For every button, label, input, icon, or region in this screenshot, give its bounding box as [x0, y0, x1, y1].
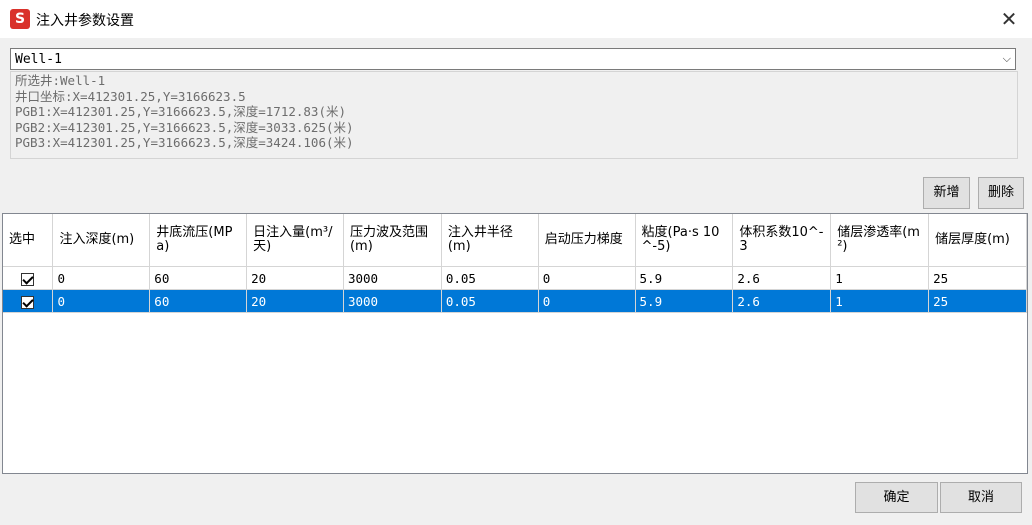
- table-cell[interactable]: 5.9: [635, 266, 734, 290]
- checkbox[interactable]: [21, 295, 35, 309]
- table-row-selected[interactable]: 0 60 20 3000 0.05 0 5.9 2.6 1 25: [3, 289, 1027, 313]
- info-line-selected-well: 所选井:Well-1: [15, 73, 106, 88]
- col-header-thickness[interactable]: 储层厚度(m): [928, 214, 1027, 267]
- row-select-cell[interactable]: [3, 266, 54, 290]
- table-cell[interactable]: 3000: [343, 266, 442, 290]
- table-cell[interactable]: 20: [246, 289, 344, 313]
- col-header-daily-injection[interactable]: 日注入量(m³/天): [246, 214, 344, 267]
- title-bar: S 注入井参数设置 ✕: [0, 0, 1032, 38]
- table-cell[interactable]: 60: [149, 289, 248, 313]
- info-line-wellhead: 井口坐标:X=412301.25,Y=3166623.5: [15, 88, 246, 104]
- col-header-injection-depth[interactable]: 注入深度(m): [52, 214, 151, 267]
- col-header-viscosity[interactable]: 粘度(Pa·s 10^-5): [635, 214, 734, 267]
- table-cell[interactable]: 0.05: [441, 289, 539, 313]
- table-cell[interactable]: 1: [830, 266, 930, 290]
- col-header-bottomhole-pressure[interactable]: 井底流压(MPa): [149, 214, 248, 267]
- ok-button[interactable]: 确定: [855, 482, 938, 513]
- parameter-table[interactable]: 选中 注入深度(m) 井底流压(MPa) 日注入量(m³/天) 压力波及范围(m…: [2, 213, 1028, 474]
- table-cell[interactable]: 0: [52, 289, 151, 313]
- well-dropdown-value: Well-1: [15, 52, 62, 67]
- table-cell[interactable]: 0: [538, 289, 636, 313]
- table-cell[interactable]: 5.9: [635, 289, 734, 313]
- table-header-row: 选中 注入深度(m) 井底流压(MPa) 日注入量(m³/天) 压力波及范围(m…: [3, 214, 1027, 267]
- close-icon[interactable]: ✕: [986, 0, 1032, 38]
- col-header-start-gradient[interactable]: 启动压力梯度: [538, 214, 636, 267]
- table-row[interactable]: 0 60 20 3000 0.05 0 5.9 2.6 1 25: [3, 266, 1027, 290]
- cancel-button[interactable]: 取消: [940, 482, 1022, 513]
- table-cell[interactable]: 0.05: [441, 266, 539, 290]
- add-button[interactable]: 新增: [923, 177, 970, 209]
- table-cell[interactable]: 3000: [343, 289, 442, 313]
- table-cell[interactable]: 25: [928, 289, 1027, 313]
- app-logo-icon: S: [10, 9, 30, 29]
- col-header-well-radius[interactable]: 注入井半径(m): [441, 214, 539, 267]
- table-cell[interactable]: 1: [830, 289, 930, 313]
- table-cell[interactable]: 20: [246, 266, 344, 290]
- col-header-volume-factor[interactable]: 体积系数10^-3: [732, 214, 832, 267]
- table-cell[interactable]: 25: [928, 266, 1027, 290]
- info-line-pgb3: PGB3:X=412301.25,Y=3166623.5,深度=3424.106…: [15, 135, 354, 151]
- table-cell[interactable]: 2.6: [732, 266, 832, 290]
- col-header-permeability[interactable]: 储层渗透率(m²): [830, 214, 930, 267]
- well-info-box: 所选井:Well-1 井口坐标:X=412301.25,Y=3166623.5 …: [10, 71, 1018, 159]
- window-title: 注入井参数设置: [36, 13, 134, 29]
- table-cell[interactable]: 2.6: [732, 289, 832, 313]
- chevron-down-icon[interactable]: ⌵: [1003, 52, 1011, 66]
- row-select-cell[interactable]: [3, 289, 54, 313]
- table-cell[interactable]: 60: [149, 266, 248, 290]
- info-line-pgb2: PGB2:X=412301.25,Y=3166623.5,深度=3033.625…: [15, 119, 354, 135]
- col-header-pressure-range[interactable]: 压力波及范围(m): [343, 214, 442, 267]
- col-header-selected[interactable]: 选中: [3, 214, 54, 267]
- table-cell[interactable]: 0: [52, 266, 151, 290]
- well-dropdown[interactable]: Well-1 ⌵: [10, 48, 1016, 70]
- table-cell[interactable]: 0: [538, 266, 636, 290]
- delete-button[interactable]: 删除: [978, 177, 1024, 209]
- info-line-pgb1: PGB1:X=412301.25,Y=3166623.5,深度=1712.83(…: [15, 104, 346, 120]
- checkbox[interactable]: [21, 272, 35, 286]
